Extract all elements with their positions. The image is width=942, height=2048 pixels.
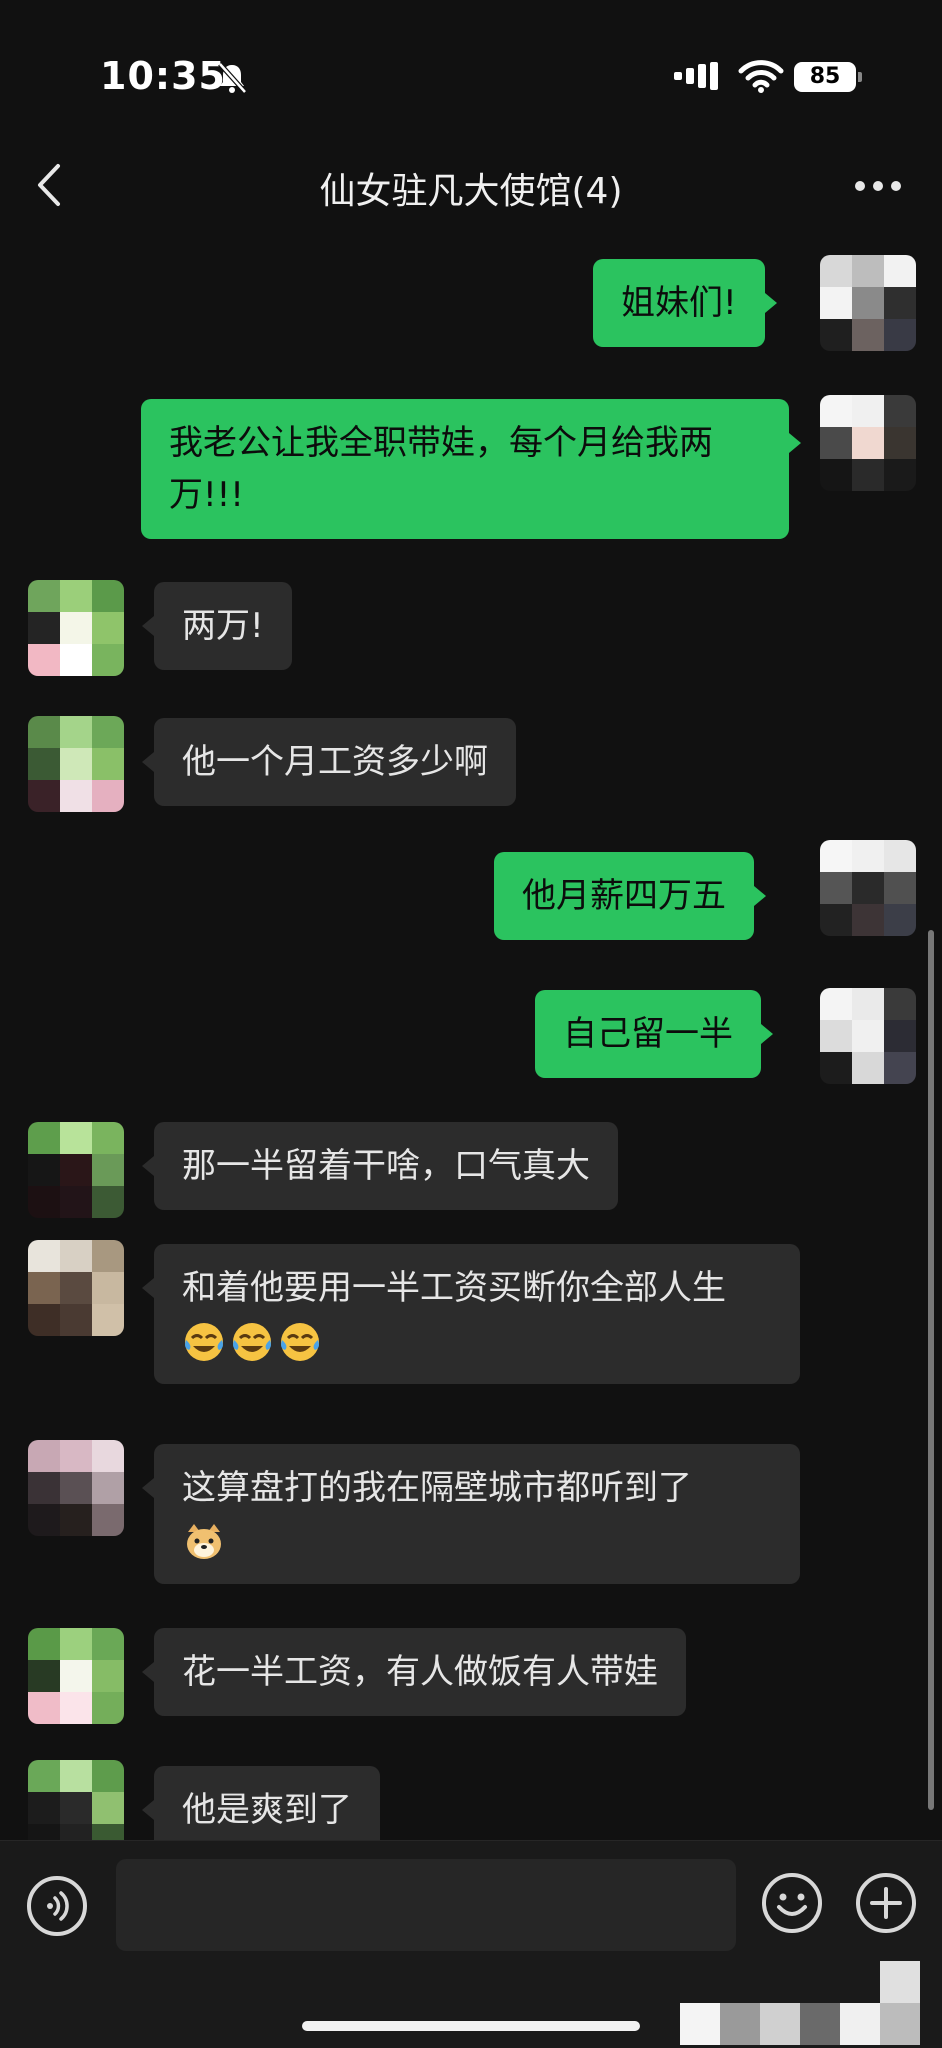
crying-laughing-emoji-icon xyxy=(281,1322,319,1361)
avatar[interactable] xyxy=(820,840,916,936)
message-bubble[interactable]: 和着他要用一半工资买断你全部人生 xyxy=(142,1244,800,1384)
message-list[interactable]: 姐妹们! 我老公让我全职带娃，每个月给我两万!!! 两万! 他一个月工资多少啊 xyxy=(0,240,942,1856)
avatar[interactable] xyxy=(28,580,124,676)
status-time: 10:35 xyxy=(100,54,226,98)
message-bubble[interactable]: 他一个月工资多少啊 xyxy=(142,718,516,806)
voice-icon[interactable] xyxy=(26,1875,88,1937)
message-bubble[interactable]: 花一半工资，有人做饭有人带娃 xyxy=(142,1628,686,1716)
home-indicator[interactable] xyxy=(302,2021,640,2031)
crying-laughing-emoji-icon xyxy=(233,1322,271,1361)
signal-icon xyxy=(674,62,718,90)
scrollbar[interactable] xyxy=(928,930,934,1810)
wifi-icon xyxy=(738,60,784,93)
input-bar xyxy=(0,1840,942,2048)
bell-muted-icon xyxy=(218,62,247,94)
status-bar: 10:35 85 xyxy=(0,0,942,140)
avatar[interactable] xyxy=(28,1628,124,1724)
chat-header: 仙女驻凡大使馆(4) xyxy=(0,140,942,230)
message-bubble[interactable]: 两万! xyxy=(142,582,292,670)
doge-emoji-icon xyxy=(187,1523,221,1559)
message-input[interactable] xyxy=(116,1859,736,1951)
avatar[interactable] xyxy=(28,1122,124,1218)
message-bubble[interactable]: 我老公让我全职带娃，每个月给我两万!!! xyxy=(141,399,801,539)
avatar[interactable] xyxy=(28,1240,124,1336)
avatar[interactable] xyxy=(820,988,916,1084)
message-bubble[interactable]: 他月薪四万五 xyxy=(494,852,766,940)
message-text: 和着他要用一半工资买断你全部人生 xyxy=(182,1268,726,1308)
message-bubble[interactable]: 姐妹们! xyxy=(593,259,777,347)
crying-laughing-emoji-icon xyxy=(185,1322,223,1361)
battery-indicator: 85 xyxy=(794,62,862,92)
message-text: 这算盘打的我在隔壁城市都听到了 xyxy=(182,1468,692,1508)
avatar[interactable] xyxy=(28,1440,124,1536)
message-bubble[interactable]: 这算盘打的我在隔壁城市都听到了 xyxy=(142,1444,800,1584)
plus-icon[interactable] xyxy=(854,1871,918,1935)
avatar[interactable] xyxy=(820,395,916,491)
chat-title: 仙女驻凡大使馆(4) xyxy=(319,171,623,212)
message-bubble[interactable]: 自己留一半 xyxy=(535,990,773,1078)
message-bubble[interactable]: 那一半留着干啥，口气真大 xyxy=(142,1122,618,1210)
avatar[interactable] xyxy=(28,716,124,812)
watermark-mosaic xyxy=(680,1961,920,2045)
avatar[interactable] xyxy=(820,255,916,351)
emoji-face-icon[interactable] xyxy=(760,1871,824,1935)
more-dots-icon[interactable] xyxy=(854,180,902,192)
